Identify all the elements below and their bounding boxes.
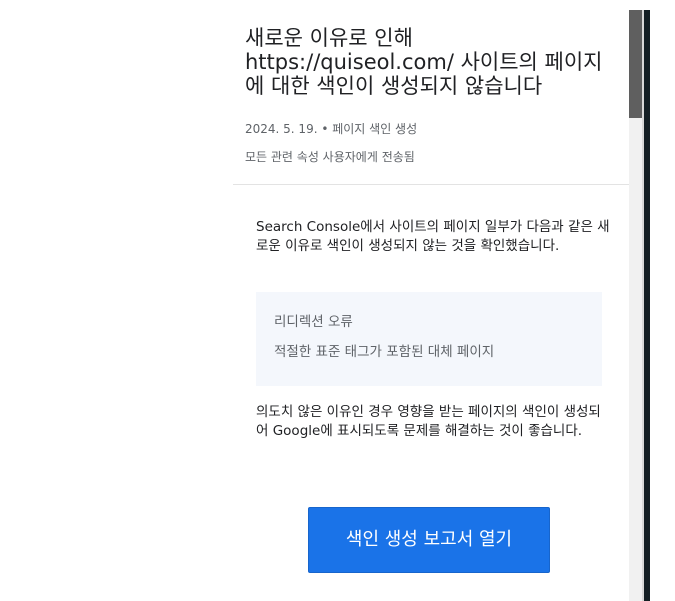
side-panel-edge (644, 10, 650, 601)
email-date-category: 2024. 5. 19. • 페이지 색인 생성 (245, 122, 418, 136)
email-subject: 새로운 이유로 인해 https://quiseol.com/ 사이트의 페이지… (245, 26, 603, 98)
email-header: 새로운 이유로 인해 https://quiseol.com/ 사이트의 페이지… (233, 0, 629, 185)
reason-item: 적절한 표준 태그가 포함된 대체 페이지 (274, 344, 495, 360)
email-recipients: 모든 관련 속성 사용자에게 전송됨 (245, 150, 415, 164)
reason-item: 리디렉션 오류 (274, 314, 353, 330)
email-outro-text: 의도치 않은 이유인 경우 영향을 받는 페이지의 색인이 생성되어 Googl… (256, 404, 601, 439)
reasons-box: 리디렉션 오류 적절한 표준 태그가 포함된 대체 페이지 (256, 292, 602, 386)
open-index-report-button[interactable]: 색인 생성 보고서 열기 (308, 507, 550, 573)
scrollbar-thumb[interactable] (629, 10, 642, 118)
email-message: 새로운 이유로 인해 https://quiseol.com/ 사이트의 페이지… (233, 0, 629, 601)
email-intro-text: Search Console에서 사이트의 페이지 일부가 다음과 같은 새로운… (256, 219, 610, 254)
